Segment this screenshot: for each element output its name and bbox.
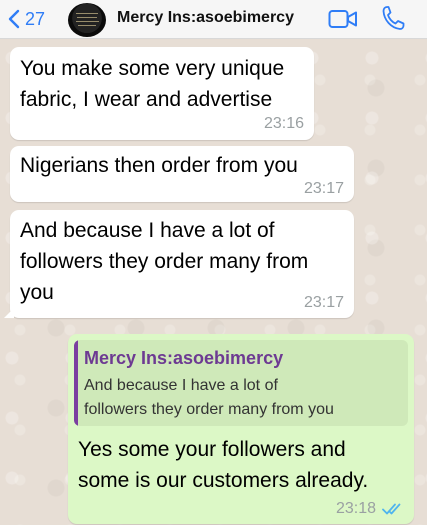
message-time: 23:18 [335, 500, 376, 517]
message-text: Nigerians then order from you [20, 154, 298, 177]
incoming-message-bubble[interactable]: You make some very unique fabric, I wear… [10, 47, 314, 140]
message-time: 23:17 [303, 180, 344, 197]
message-text: You make some very unique fabric, I wear… [20, 57, 285, 111]
quoted-message[interactable]: Mercy Ins:asoebimercy And because I have… [74, 340, 408, 426]
unread-count: 27 [25, 8, 46, 29]
chat-header: 27 Mercy Ins:asoebimercy [0, 0, 427, 39]
quote-author: Mercy Ins:asoebimercy [84, 348, 284, 368]
read-double-check-icon [382, 503, 401, 515]
chevron-left-icon [8, 9, 20, 29]
message-text: And because I have a lot of followers th… [20, 219, 309, 304]
quote-text: And because I have a lot of followers th… [84, 377, 334, 418]
message-text: Yes some your followers and some is our … [78, 438, 369, 492]
incoming-message-bubble[interactable]: And because I have a lot of followers th… [4, 210, 354, 318]
phone-call-icon[interactable] [381, 5, 405, 31]
message-time: 23:17 [303, 294, 344, 311]
message-time: 23:16 [263, 115, 304, 132]
video-call-icon[interactable] [328, 9, 358, 29]
contact-avatar[interactable] [68, 3, 106, 37]
bubble-tail [4, 308, 14, 318]
contact-name[interactable]: Mercy Ins:asoebimercy [117, 9, 294, 27]
quote-bar [74, 340, 78, 426]
incoming-message-bubble[interactable]: Nigerians then order from you 23:17 [10, 146, 354, 202]
outgoing-message-bubble[interactable]: Mercy Ins:asoebimercy And because I have… [68, 334, 414, 524]
back-button[interactable]: 27 [8, 6, 45, 32]
